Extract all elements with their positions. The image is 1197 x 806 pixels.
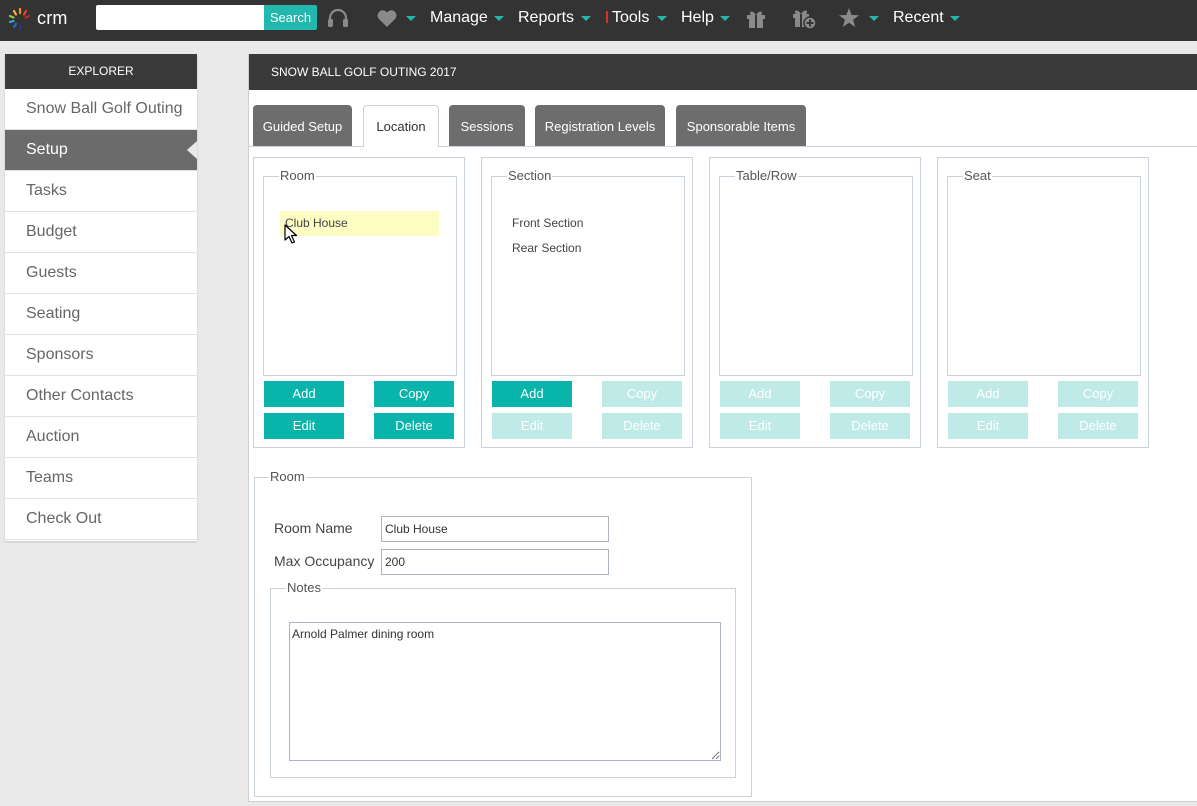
room-name-field[interactable] (381, 516, 609, 542)
seat-delete-button[interactable]: Delete (1058, 413, 1138, 439)
list-item-rear-section[interactable]: Rear Section (512, 241, 581, 255)
room-panel: Room Club House Add Copy Edit Delete (253, 157, 465, 448)
manage-caret-down-icon[interactable] (494, 16, 504, 21)
seat-panel: Seat Add Copy Edit Delete (937, 157, 1149, 448)
room-name-label: Room Name (274, 520, 353, 536)
tab-location[interactable]: Location (363, 105, 439, 147)
section-list[interactable]: Section Front Section Rear Section (491, 168, 685, 376)
reports-caret-down-icon[interactable] (581, 16, 591, 21)
table-row-add-button[interactable]: Add (720, 381, 800, 407)
sidebar-item-seating[interactable]: Seating (5, 294, 197, 335)
section-delete-button[interactable]: Delete (602, 413, 682, 439)
recent-caret-down-icon[interactable] (950, 16, 960, 21)
tab-sponsorable-items[interactable]: Sponsorable Items (676, 105, 806, 146)
table-row-list[interactable]: Table/Row (719, 168, 913, 376)
tab-underline (249, 146, 363, 147)
table-row-panel: Table/Row Add Copy Edit Delete (709, 157, 921, 448)
seat-list[interactable]: Seat (947, 168, 1141, 376)
nav-tools[interactable]: Tools (612, 9, 649, 27)
headset-icon[interactable] (326, 7, 350, 29)
room-list[interactable]: Room Club House (263, 168, 457, 376)
gift-add-icon[interactable] (791, 6, 817, 30)
favorites-caret-down-icon[interactable] (406, 16, 416, 21)
explorer-title: EXPLORER (5, 54, 197, 89)
sidebar-item-teams[interactable]: Teams (5, 458, 197, 499)
page-title: SNOW BALL GOLF OUTING 2017 (249, 54, 1197, 90)
nav-reports[interactable]: Reports (518, 9, 574, 27)
section-edit-button[interactable]: Edit (492, 413, 572, 439)
room-details-form: Room Room Name Max Occupancy Notes Arnol… (254, 469, 752, 797)
room-legend: Room (279, 168, 316, 184)
star-icon[interactable] (838, 7, 860, 29)
mouse-cursor-icon (284, 224, 298, 244)
search-button[interactable]: Search (264, 5, 317, 30)
room-form-legend: Room (269, 469, 306, 485)
tab-guided-setup[interactable]: Guided Setup (253, 105, 352, 146)
list-item-club-house[interactable]: Club House (280, 211, 439, 236)
seat-add-button[interactable]: Add (948, 381, 1028, 407)
main-panel: SNOW BALL GOLF OUTING 2017 Guided Setup … (248, 54, 1197, 802)
sidebar-item-auction[interactable]: Auction (5, 417, 197, 458)
seat-legend: Seat (963, 168, 992, 184)
notes-group: Notes Arnold Palmer dining room (270, 580, 736, 778)
tools-caret-down-icon[interactable] (657, 16, 667, 21)
sidebar-item-snow-ball-golf-outing[interactable]: Snow Ball Golf Outing (5, 89, 197, 130)
heart-icon[interactable] (376, 9, 398, 28)
table-row-delete-button[interactable]: Delete (830, 413, 910, 439)
max-occupancy-label: Max Occupancy (274, 553, 375, 569)
sidebar-item-tasks[interactable]: Tasks (5, 171, 197, 212)
search-input[interactable] (96, 5, 264, 30)
tab-underline (438, 146, 1197, 147)
max-occupancy-field[interactable] (381, 549, 609, 575)
list-item-front-section[interactable]: Front Section (512, 216, 583, 230)
crm-logo-icon (8, 7, 31, 31)
section-panel: Section Front Section Rear Section Add C… (481, 157, 693, 448)
seat-copy-button[interactable]: Copy (1058, 381, 1138, 407)
sidebar-item-budget[interactable]: Budget (5, 212, 197, 253)
sidebar-item-setup[interactable]: Setup (5, 130, 197, 171)
bookmarks-caret-down-icon[interactable] (869, 16, 879, 21)
gift-icon[interactable] (745, 7, 767, 29)
seat-edit-button[interactable]: Edit (948, 413, 1028, 439)
explorer-sidebar: EXPLORER Snow Ball Golf Outing Setup Tas… (5, 54, 197, 541)
table-row-edit-button[interactable]: Edit (720, 413, 800, 439)
nav-help[interactable]: Help (681, 9, 714, 27)
room-copy-button[interactable]: Copy (374, 381, 454, 407)
nav-manage[interactable]: Manage (430, 9, 488, 27)
notes-legend: Notes (286, 580, 322, 596)
sidebar-item-check-out[interactable]: Check Out (5, 499, 197, 540)
sidebar-item-other-contacts[interactable]: Other Contacts (5, 376, 197, 417)
table-row-copy-button[interactable]: Copy (830, 381, 910, 407)
room-add-button[interactable]: Add (264, 381, 344, 407)
tab-registration-levels[interactable]: Registration Levels (535, 105, 665, 146)
help-caret-down-icon[interactable] (720, 16, 730, 21)
table-row-legend: Table/Row (735, 168, 798, 184)
room-edit-button[interactable]: Edit (264, 413, 344, 439)
section-copy-button[interactable]: Copy (602, 381, 682, 407)
notes-textarea[interactable]: Arnold Palmer dining room (289, 622, 721, 761)
tab-sessions[interactable]: Sessions (449, 105, 525, 146)
nav-recent[interactable]: Recent (893, 9, 944, 27)
room-delete-button[interactable]: Delete (374, 413, 454, 439)
top-navigation-bar: crm Search Manage Reports Tools Help Rec… (0, 0, 1197, 41)
section-legend: Section (507, 168, 553, 184)
alert-marker-icon (606, 11, 608, 23)
crm-logo[interactable]: crm (6, 6, 70, 32)
section-add-button[interactable]: Add (492, 381, 572, 407)
logo-text: crm (37, 8, 68, 28)
sidebar-item-sponsors[interactable]: Sponsors (5, 335, 197, 376)
sidebar-item-guests[interactable]: Guests (5, 253, 197, 294)
